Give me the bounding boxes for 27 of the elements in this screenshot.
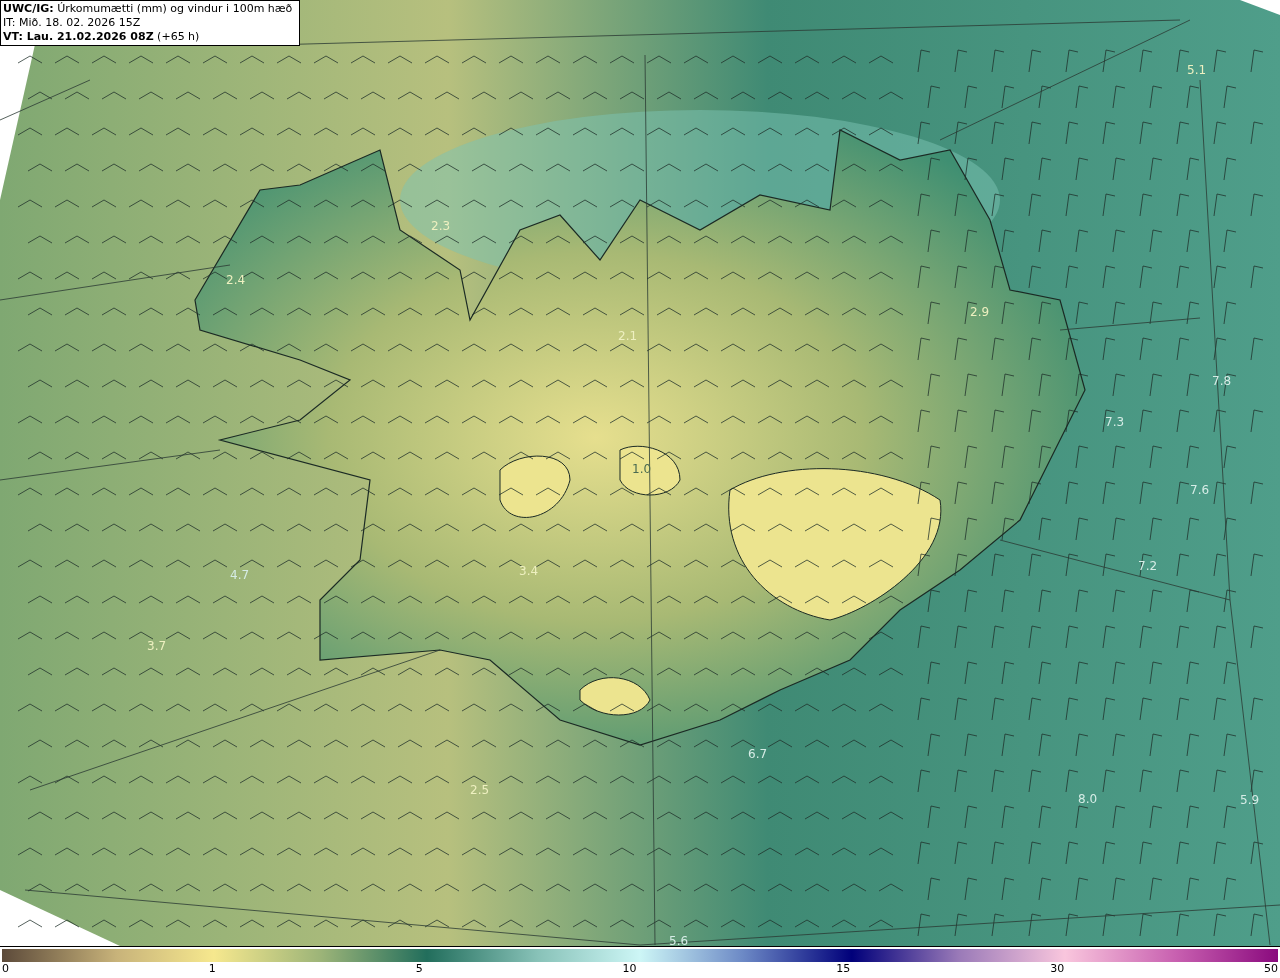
value-label: 8.0 (1078, 793, 1098, 805)
value-label: 2.1 (618, 330, 638, 342)
value-label: 2.4 (226, 274, 246, 286)
value-label: 2.3 (431, 220, 451, 232)
scale-tick-label: 30 (1050, 962, 1065, 976)
value-label: 2.9 (970, 306, 990, 318)
value-label: 6.7 (748, 748, 768, 760)
value-label: 2.5 (470, 784, 490, 796)
scale-tick-label: 50 (1263, 962, 1278, 976)
value-label: 3.4 (519, 565, 539, 577)
value-label: 7.8 (1212, 375, 1232, 387)
value-label: 7.2 (1138, 560, 1158, 572)
title-line: UWC/IG: Úrkomumætti (mm) og vindur i 100m hæð (3, 2, 294, 16)
value-label: 5.6 (669, 935, 689, 947)
value-label: 3.7 (147, 640, 167, 652)
value-label: 4.7 (230, 569, 250, 581)
scale-tick-label: 1 (208, 962, 216, 976)
scale-tick-label: 15 (836, 962, 851, 976)
title-line: IT: Mið. 18. 02. 2026 15Z (3, 16, 142, 30)
value-label: 5.1 (1187, 64, 1207, 76)
title-line: VT: Lau. 21.02.2026 08Z (+65 h) (3, 30, 201, 44)
scale-tick-label: 5 (415, 962, 423, 976)
scale-tick-label: 10 (622, 962, 637, 976)
value-label: 5.9 (1240, 794, 1260, 806)
value-label: 7.3 (1105, 416, 1125, 428)
scale-tick-label: 0 (2, 962, 9, 976)
value-label: 7.6 (1190, 484, 1210, 496)
